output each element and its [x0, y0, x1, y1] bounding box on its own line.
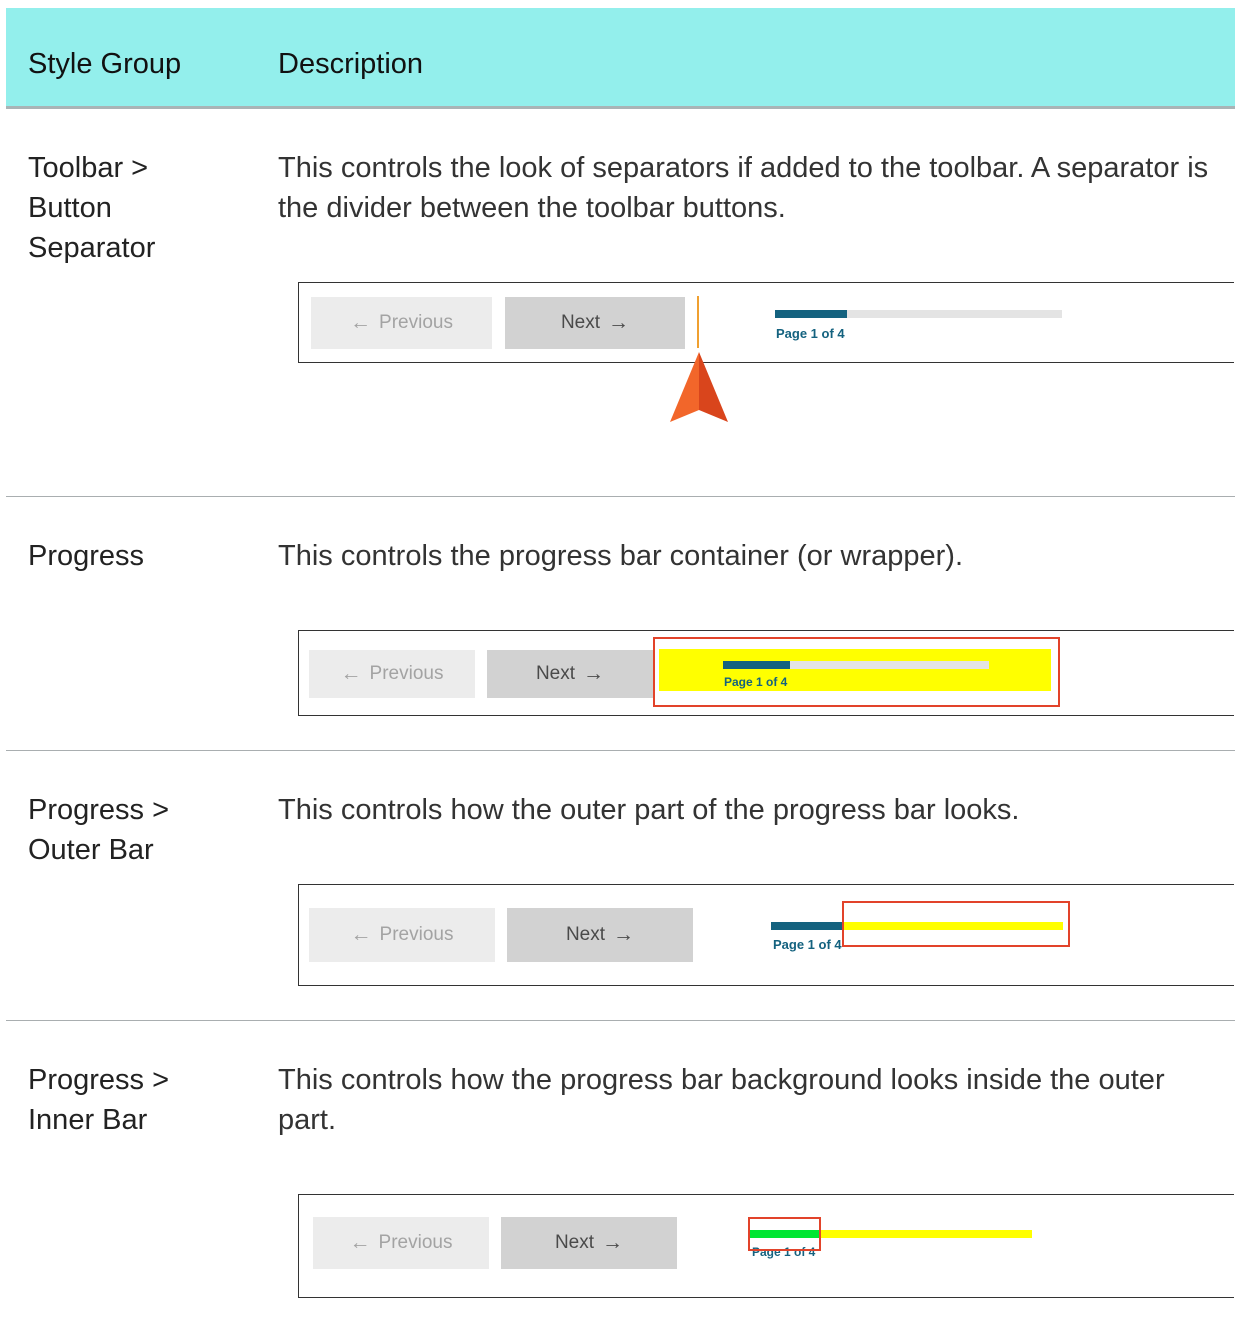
label-line: Toolbar > — [28, 152, 149, 184]
label-line: Progress > — [28, 794, 170, 826]
label-line: Inner Bar — [28, 1104, 148, 1136]
progress-inner-bar — [775, 310, 847, 318]
arrow-right-icon: → — [613, 923, 635, 946]
toolbar-example-outer-bar: ← Previous Next → Page 1 of 4 — [298, 884, 1234, 986]
toolbar-example-inner-bar: ← Previous Next → Page 1 of 4 — [298, 1194, 1234, 1298]
toolbar-example-separator: ← Previous Next → Page 1 of 4 — [298, 282, 1234, 363]
row-description-inner-bar: This controls how the progress bar backg… — [278, 1064, 1165, 1136]
arrow-right-icon: → — [602, 1231, 624, 1254]
previous-label: Previous — [369, 663, 444, 684]
next-button[interactable]: Next → — [505, 297, 685, 349]
arrow-left-icon: ← — [350, 923, 372, 946]
callout-box — [653, 637, 1060, 707]
next-button[interactable]: Next → — [501, 1217, 677, 1269]
next-label: Next — [565, 924, 606, 945]
progress-inner-bar — [771, 922, 844, 930]
row-label-outer-bar: Progress > Outer Bar — [28, 790, 169, 870]
previous-label: Previous — [379, 312, 453, 333]
row-description-button-separator: This controls the look of separators if … — [278, 152, 1209, 224]
previous-button[interactable]: ← Previous — [309, 650, 475, 698]
arrow-left-icon: ← — [350, 311, 372, 334]
label-line: Button — [28, 192, 112, 224]
previous-label: Previous — [379, 924, 454, 945]
previous-button[interactable]: ← Previous — [311, 297, 492, 349]
toolbar-separator — [697, 296, 699, 348]
table-header: Style Group Description — [6, 8, 1235, 109]
previous-label: Previous — [378, 1232, 453, 1253]
row-divider — [6, 496, 1235, 497]
row-label-button-separator: Toolbar > Button Separator — [28, 148, 155, 268]
label-line: Separator — [28, 232, 156, 264]
callout-box — [748, 1217, 821, 1251]
progress-outer-bar — [775, 310, 1062, 318]
row-divider — [6, 1020, 1235, 1021]
label-line: Progress > — [28, 1064, 170, 1096]
previous-button[interactable]: ← Previous — [313, 1217, 489, 1269]
page-indicator: Page 1 of 4 — [773, 937, 842, 952]
next-button[interactable]: Next → — [507, 908, 693, 962]
row-label-inner-bar: Progress > Inner Bar — [28, 1060, 169, 1140]
next-label: Next — [554, 1232, 595, 1253]
label-line: Progress — [28, 540, 145, 572]
row-divider — [6, 750, 1235, 751]
row-label-progress: Progress — [28, 536, 144, 576]
toolbar-example-progress: ← Previous Next → Page 1 of 4 — [298, 630, 1234, 716]
next-button[interactable]: Next → — [487, 650, 653, 698]
row-description-outer-bar: This controls how the outer part of the … — [278, 794, 1020, 826]
arrow-right-icon: → — [583, 662, 605, 685]
arrow-left-icon: ← — [340, 662, 362, 685]
previous-button[interactable]: ← Previous — [309, 908, 495, 962]
arrow-left-icon: ← — [349, 1231, 371, 1254]
next-label: Next — [535, 663, 576, 684]
label-line: Outer Bar — [28, 834, 154, 866]
row-description-progress: This controls the progress bar container… — [278, 540, 964, 572]
column-header-style-group: Style Group — [28, 48, 182, 80]
page-indicator: Page 1 of 4 — [776, 326, 845, 341]
column-header-description: Description — [278, 48, 424, 80]
callout-box — [842, 901, 1070, 947]
pointer-arrow-icon — [670, 352, 728, 422]
arrow-right-icon: → — [608, 311, 630, 334]
next-label: Next — [560, 312, 601, 333]
